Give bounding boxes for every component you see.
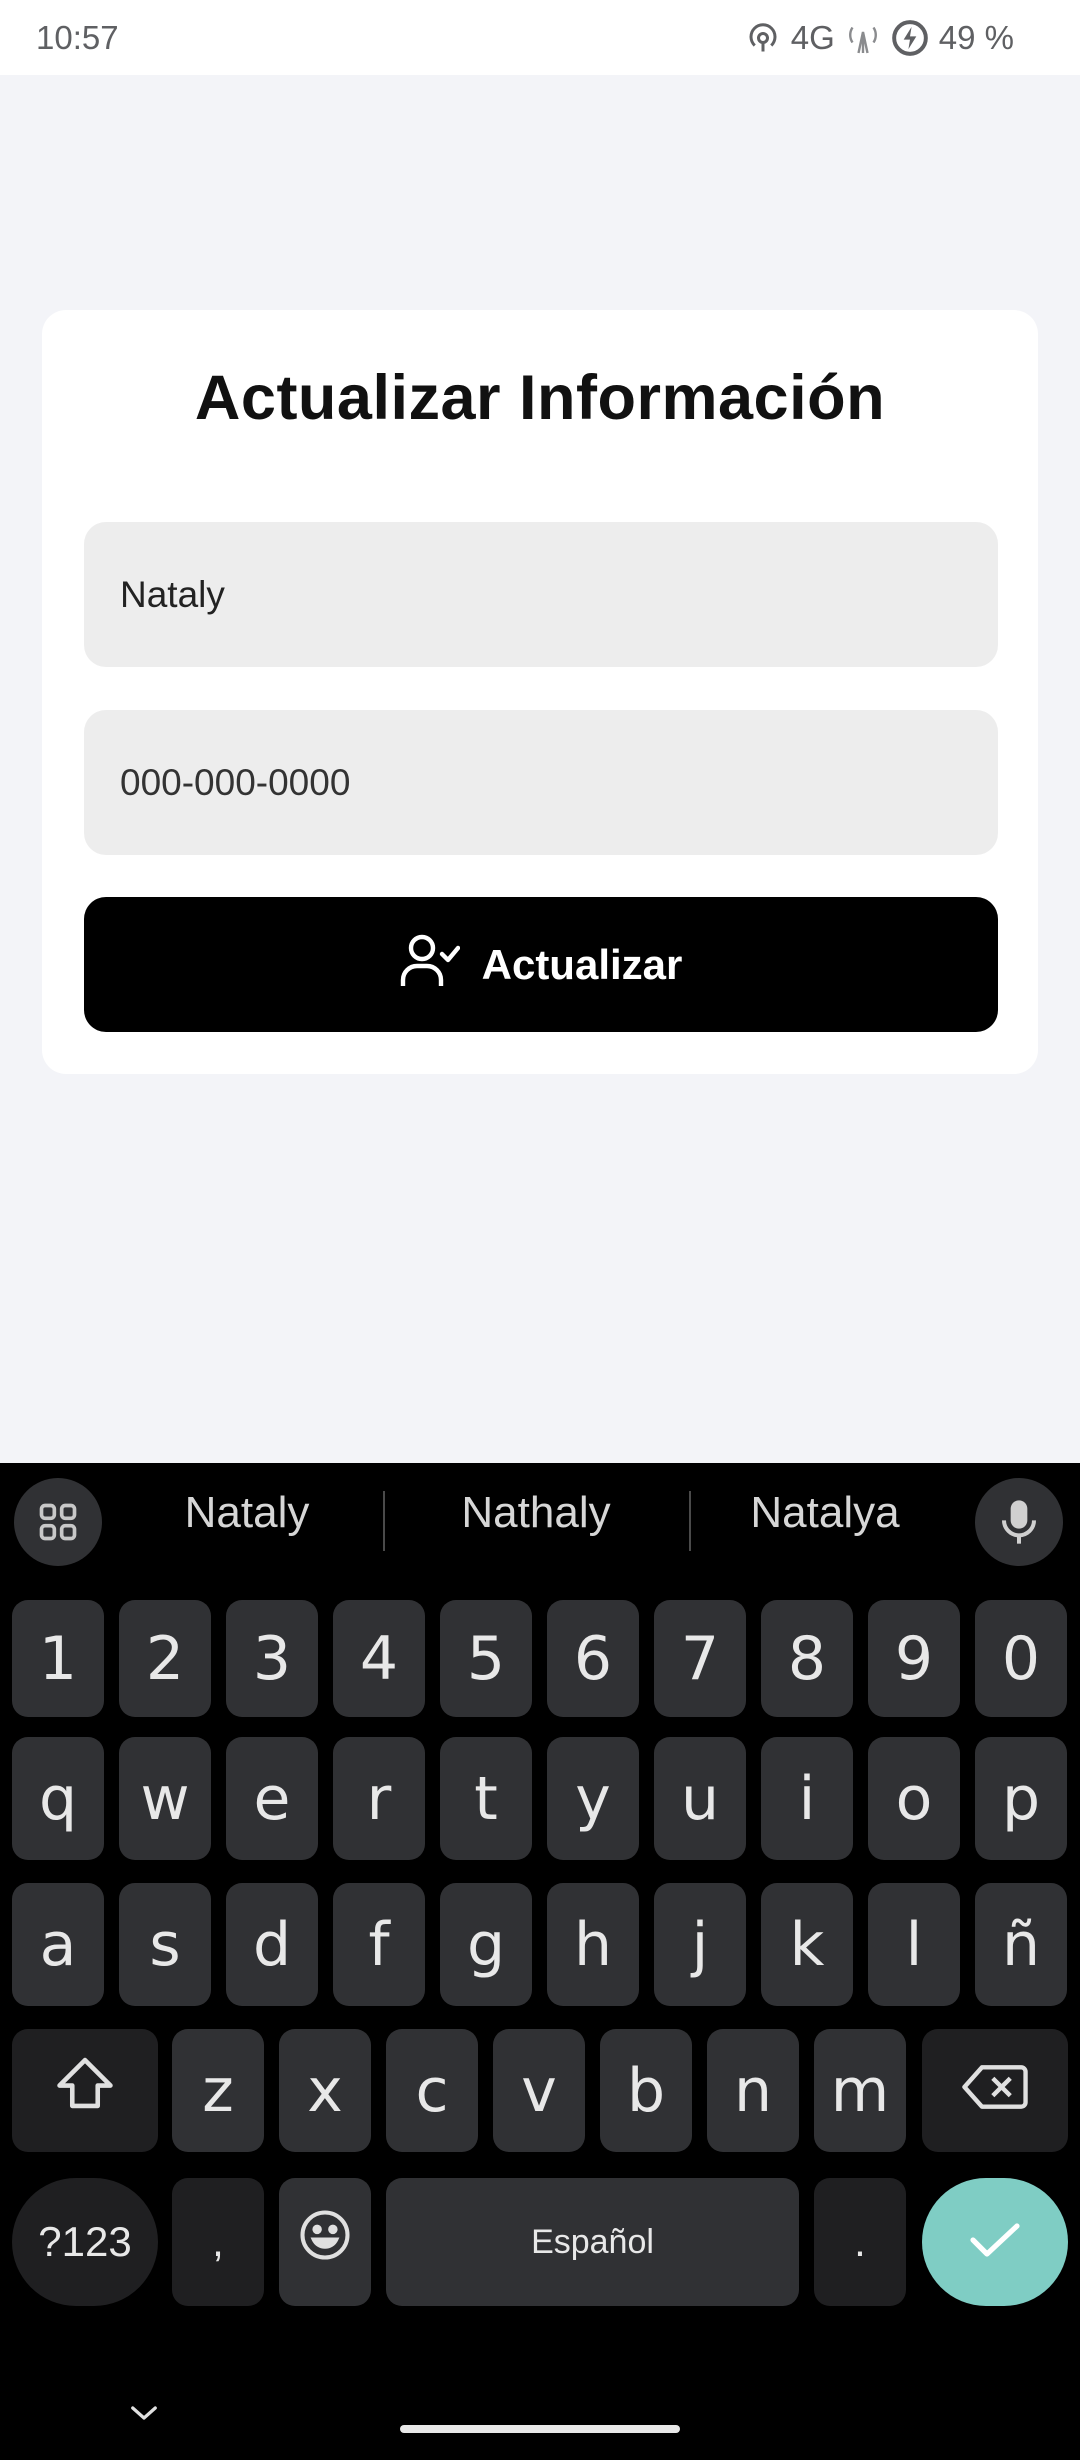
key-j[interactable]: j — [654, 1883, 746, 2006]
key-b[interactable]: b — [600, 2029, 692, 2152]
key-m[interactable]: m — [814, 2029, 906, 2152]
microphone-icon[interactable] — [975, 1478, 1063, 1566]
apps-grid-icon[interactable] — [14, 1478, 102, 1566]
suggestion-2[interactable]: Nathaly — [416, 1488, 656, 1538]
key-e[interactable]: e — [226, 1737, 318, 1860]
key-z[interactable]: z — [172, 2029, 264, 2152]
period-key[interactable]: . — [814, 2178, 906, 2306]
key-0[interactable]: 0 — [975, 1600, 1067, 1717]
key-q[interactable]: q — [12, 1737, 104, 1860]
key-a[interactable]: a — [12, 1883, 104, 2006]
key-1[interactable]: 1 — [12, 1600, 104, 1717]
key-r[interactable]: r — [333, 1737, 425, 1860]
symbols-key[interactable]: ?123 — [12, 2178, 158, 2306]
gesture-nav-bar[interactable] — [400, 2425, 680, 2433]
page-title: Actualizar Información — [194, 363, 886, 433]
update-button[interactable]: Actualizar — [84, 897, 998, 1032]
key-n-tilde[interactable]: ñ — [975, 1883, 1067, 2006]
key-8[interactable]: 8 — [761, 1600, 853, 1717]
signal-tower-icon — [845, 20, 881, 56]
key-s[interactable]: s — [119, 1883, 211, 2006]
status-bar: 10:57 4G 49 % — [0, 0, 1080, 75]
key-3[interactable]: 3 — [226, 1600, 318, 1717]
key-h[interactable]: h — [547, 1883, 639, 2006]
suggestion-divider — [689, 1491, 691, 1551]
update-card: Actualizar Información Nataly 000-000-00… — [42, 310, 1038, 1074]
enter-key[interactable] — [922, 2178, 1068, 2306]
key-u[interactable]: u — [654, 1737, 746, 1860]
user-check-icon — [400, 932, 460, 998]
hide-keyboard-chevron-icon[interactable] — [124, 2398, 164, 2428]
key-7[interactable]: 7 — [654, 1600, 746, 1717]
key-2[interactable]: 2 — [119, 1600, 211, 1717]
key-5[interactable]: 5 — [440, 1600, 532, 1717]
network-type: 4G — [790, 18, 835, 56]
emoji-key[interactable] — [279, 2178, 371, 2306]
key-g[interactable]: g — [440, 1883, 532, 2006]
key-4[interactable]: 4 — [333, 1600, 425, 1717]
key-o[interactable]: o — [868, 1737, 960, 1860]
shift-icon — [54, 2055, 116, 2126]
key-k[interactable]: k — [761, 1883, 853, 2006]
status-time: 10:57 — [36, 18, 119, 56]
suggestion-bar: Nataly Nathaly Natalya — [0, 1463, 1080, 1580]
key-f[interactable]: f — [333, 1883, 425, 2006]
key-6[interactable]: 6 — [547, 1600, 639, 1717]
key-x[interactable]: x — [279, 2029, 371, 2152]
key-l[interactable]: l — [868, 1883, 960, 2006]
backspace-key[interactable] — [922, 2029, 1068, 2152]
key-v[interactable]: v — [493, 2029, 585, 2152]
key-w[interactable]: w — [119, 1737, 211, 1860]
checkmark-icon — [969, 2220, 1021, 2265]
key-y[interactable]: y — [547, 1737, 639, 1860]
space-key[interactable]: Español — [386, 2178, 799, 2306]
suggestion-1[interactable]: Nataly — [127, 1488, 367, 1538]
soft-keyboard: Nataly Nathaly Natalya 1 2 3 4 5 6 7 8 9… — [0, 1463, 1080, 2460]
suggestion-divider — [383, 1491, 385, 1551]
suggestion-3[interactable]: Natalya — [705, 1488, 945, 1538]
name-input[interactable]: Nataly — [84, 522, 998, 667]
key-i[interactable]: i — [761, 1737, 853, 1860]
update-button-label: Actualizar — [481, 940, 683, 988]
status-icons: 4G 49 % — [745, 19, 1014, 57]
battery-percent: 49 % — [938, 18, 1014, 56]
shift-key[interactable] — [12, 2029, 158, 2152]
key-9[interactable]: 9 — [868, 1600, 960, 1717]
phone-input[interactable]: 000-000-0000 — [84, 710, 998, 855]
hotspot-icon — [745, 20, 781, 56]
key-p[interactable]: p — [975, 1737, 1067, 1860]
comma-key[interactable]: , — [172, 2178, 264, 2306]
emoji-icon — [298, 2207, 352, 2277]
backspace-icon — [962, 2056, 1028, 2126]
key-n[interactable]: n — [707, 2029, 799, 2152]
key-c[interactable]: c — [386, 2029, 478, 2152]
key-d[interactable]: d — [226, 1883, 318, 2006]
battery-charging-icon — [891, 19, 929, 57]
key-t[interactable]: t — [440, 1737, 532, 1860]
